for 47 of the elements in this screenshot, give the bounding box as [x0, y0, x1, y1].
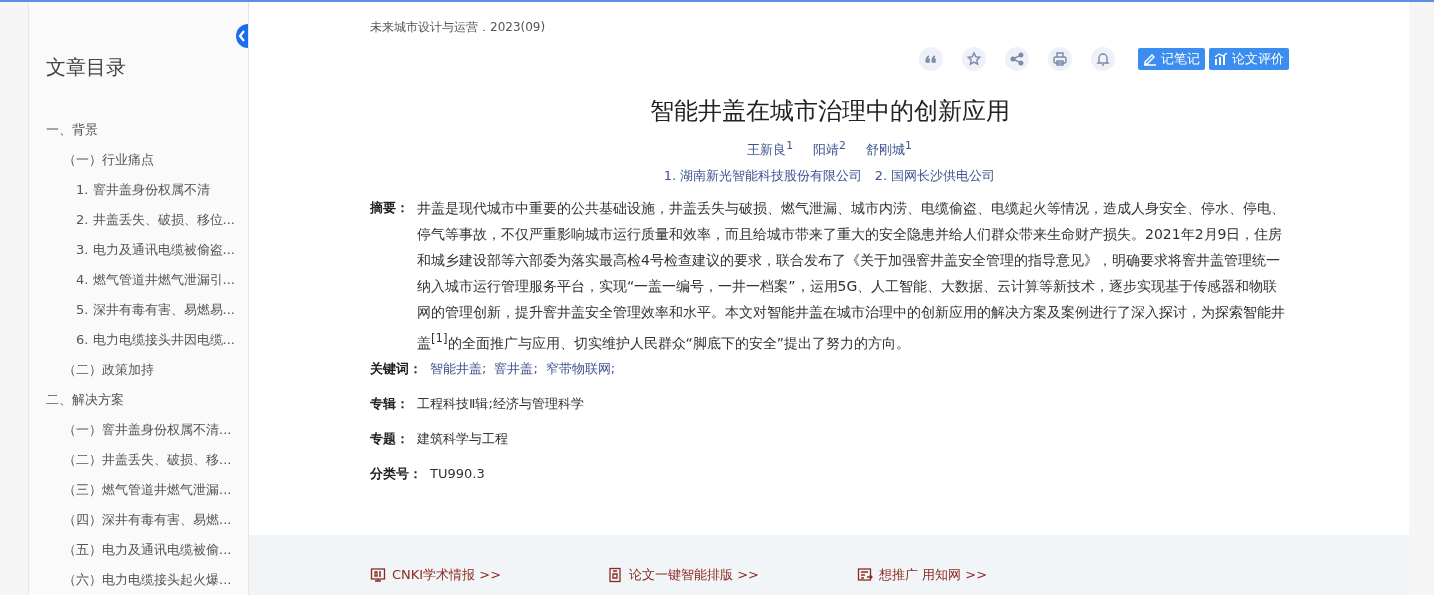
toc-item[interactable]: 5. 深井有毒有害、易燃易... — [46, 295, 248, 325]
field-label: 分类号： — [370, 465, 422, 483]
article-title: 智能井盖在城市治理中的创新应用 — [648, 96, 1011, 127]
journal-source[interactable]: 未来城市设计与运营．2023(09) — [370, 19, 1289, 36]
toc-item[interactable]: 6. 电力电缆接头井因电缆... — [46, 325, 248, 355]
toc-item[interactable]: 3. 电力及通讯电缆被偷盗... — [46, 235, 248, 265]
document-icon — [607, 567, 623, 583]
footer-link[interactable]: 论文一键智能排版 >> — [607, 566, 857, 584]
abstract-label: 摘要： — [370, 199, 409, 218]
author-link[interactable]: 王新良$^{1}$ — [747, 139, 794, 160]
toc-item[interactable]: （二）井盖丢失、破损、移... — [46, 445, 248, 475]
field-value: TU990.3 — [430, 466, 485, 481]
author-link[interactable]: 阳靖$^{2}$ — [813, 139, 846, 160]
bar-chart-icon — [1214, 52, 1228, 66]
quote-icon[interactable] — [919, 47, 943, 71]
field-label: 专辑： — [370, 395, 409, 413]
abstract-text: 井盖是现代城市中重要的公共基础设施，井盖丢失与破损、燃气泄漏、城市内涝、电缆偷盗、电缆起火等情况，造成人身安全、停水、停电、停气等事故，不仅严重影响城市运行质量和效率，而且给城市带来了重大的安全隐患并给人们群众带来生命财产损失。2021年2月9日，住房和城乡建设部等六部委为落实最高检4号检查建议的要求，联合发布了《关于加强窨井盖安全管理的指导意见》，明确要求将窨井盖管理统一纳入城市运行管理服务平台，实现“一盖一编号，一井一档案”，运用5G、人工智能、大数据、云计算等新技术，逐步实现基于传感器和物联网的管理创新，提升窨井盖安全管理效率和水平。本文对智能井盖在城市治理中的创新应用的解决方案及案例进行了深入探讨，为探索智能井盖$^{[1]}$的全面推广与应用、切实维护人民群众“脚底下的安全”提出了努力的方向。 — [417, 199, 1286, 353]
keyword-link[interactable]: 窨井盖; — [494, 360, 538, 378]
toc-item[interactable]: 1. 窨井盖身份权属不清 — [46, 175, 248, 205]
toc-item[interactable]: （四）深井有毒有害、易燃... — [46, 505, 248, 535]
footer-link[interactable]: CNKI学术情报 >> — [370, 566, 607, 584]
keyword-link[interactable]: 窄带物联网; — [545, 360, 616, 378]
keywords-label: 关键词： — [370, 360, 422, 378]
toc-item[interactable]: （二）政策加持 — [46, 355, 248, 385]
toc-item[interactable]: 二、解决方案 — [46, 385, 248, 415]
toc-item[interactable]: （一）行业痛点 — [46, 145, 248, 175]
toc-item[interactable]: （六）电力电缆接头起火爆... — [46, 565, 248, 595]
toc-item[interactable]: （三）燃气管道井燃气泄漏... — [46, 475, 248, 505]
field-label: 专题： — [370, 430, 409, 448]
affiliations[interactable]: 1. 湖南新光智能科技股份有限公司 2. 国网长沙供电公司 — [370, 167, 1289, 186]
toc-item[interactable]: （一）窨井盖身份权属不清... — [46, 415, 248, 445]
bell-icon[interactable] — [1091, 47, 1115, 71]
collapse-icon[interactable] — [234, 24, 248, 48]
footer-link[interactable]: 想推广 用知网 >> — [857, 566, 1094, 584]
toc-item[interactable]: 一、背景 — [46, 115, 248, 145]
toc-item[interactable]: 2. 井盖丢失、破损、移位... — [46, 205, 248, 235]
field-value: 建筑科学与工程 — [417, 430, 508, 448]
monitor-icon — [370, 567, 386, 583]
toc-item[interactable]: 4. 燃气管道井燃气泄漏引... — [46, 265, 248, 295]
share-icon[interactable] — [1005, 47, 1029, 71]
keyword-link[interactable]: 智能井盖; — [430, 360, 487, 378]
pencil-icon — [1143, 52, 1157, 66]
author-link[interactable]: 舒刚城$^{1}$ — [865, 139, 912, 160]
print-icon[interactable] — [1048, 47, 1072, 71]
toc-title: 文章目录 — [46, 54, 127, 81]
field-value: 工程科技Ⅱ辑;经济与管理科学 — [417, 395, 584, 413]
toc-item[interactable]: （五）电力及通讯电缆被偷... — [46, 535, 248, 565]
